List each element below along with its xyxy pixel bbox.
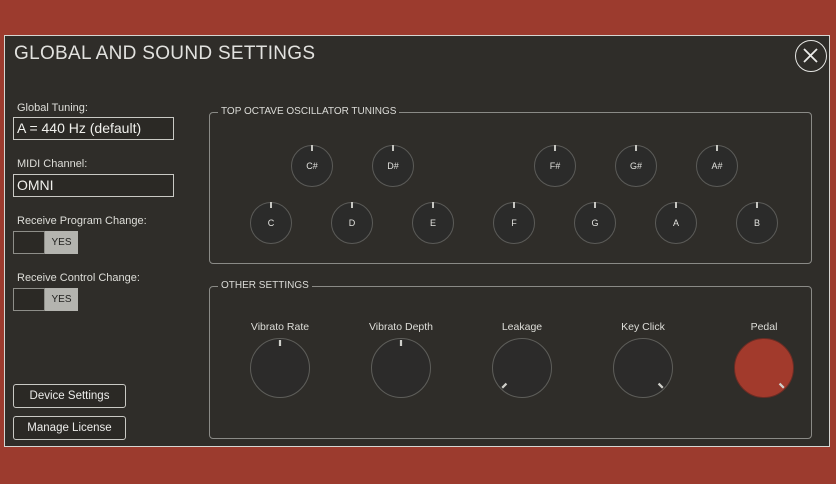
midi-channel-field[interactable]: OMNI bbox=[13, 174, 174, 197]
toggle-off-segment[interactable] bbox=[13, 288, 45, 311]
oscillator-knob-d[interactable]: D bbox=[331, 202, 373, 244]
vibrato-depth-label: Vibrato Depth bbox=[368, 321, 433, 333]
receive-control-change-label: Receive Control Change: bbox=[17, 272, 140, 284]
dialog-title: GLOBAL AND SOUND SETTINGS bbox=[14, 43, 316, 64]
oscillator-knob-f[interactable]: F bbox=[493, 202, 535, 244]
oscillator-knob-a[interactable]: A bbox=[655, 202, 697, 244]
oscillator-knob-c-sharp[interactable]: C# bbox=[291, 145, 333, 187]
close-button[interactable] bbox=[795, 40, 827, 72]
toggle-off-segment[interactable] bbox=[13, 231, 45, 254]
oscillator-knob-d-sharp[interactable]: D# bbox=[372, 145, 414, 187]
knob-pointer-line bbox=[657, 382, 664, 389]
knob-pointer bbox=[657, 382, 664, 389]
pedal-label: Pedal bbox=[750, 321, 778, 333]
key-click-knob[interactable] bbox=[613, 338, 673, 398]
midi-channel-label: MIDI Channel: bbox=[17, 158, 88, 170]
other-settings-title: OTHER SETTINGS bbox=[218, 280, 312, 292]
knob-pointer-line bbox=[778, 382, 785, 389]
toggle-on-segment[interactable]: YES bbox=[45, 231, 78, 254]
leakage-knob[interactable] bbox=[492, 338, 552, 398]
manage-license-button[interactable]: Manage License bbox=[13, 416, 126, 440]
oscillator-knob-g[interactable]: G bbox=[574, 202, 616, 244]
vibrato-rate-label: Vibrato Rate bbox=[250, 321, 310, 333]
knob-pointer bbox=[278, 340, 282, 346]
oscillator-tunings-group: TOP OCTAVE OSCILLATOR TUNINGS C# D# F# G… bbox=[209, 106, 812, 264]
oscillator-tunings-title: TOP OCTAVE OSCILLATOR TUNINGS bbox=[218, 106, 400, 118]
oscillator-knob-g-sharp[interactable]: G# bbox=[615, 145, 657, 187]
leakage-label: Leakage bbox=[501, 321, 543, 333]
pedal-knob[interactable] bbox=[734, 338, 794, 398]
knob-pointer bbox=[778, 382, 785, 389]
oscillator-knob-e[interactable]: E bbox=[412, 202, 454, 244]
oscillator-knob-a-sharp[interactable]: A# bbox=[696, 145, 738, 187]
device-settings-button[interactable]: Device Settings bbox=[13, 384, 126, 408]
knob-pointer-line bbox=[501, 382, 508, 389]
receive-control-change-toggle[interactable]: YES bbox=[13, 288, 78, 311]
vibrato-rate-knob[interactable] bbox=[250, 338, 310, 398]
global-tuning-label: Global Tuning: bbox=[17, 102, 88, 114]
global-tuning-field[interactable]: A = 440 Hz (default) bbox=[13, 117, 174, 140]
oscillator-knob-c[interactable]: C bbox=[250, 202, 292, 244]
oscillator-knob-b[interactable]: B bbox=[736, 202, 778, 244]
settings-dialog: GLOBAL AND SOUND SETTINGS Global Tuning:… bbox=[4, 35, 830, 447]
oscillator-knob-f-sharp[interactable]: F# bbox=[534, 145, 576, 187]
receive-program-change-toggle[interactable]: YES bbox=[13, 231, 78, 254]
knob-pointer bbox=[399, 340, 403, 346]
key-click-label: Key Click bbox=[621, 321, 665, 333]
knob-pointer bbox=[501, 382, 508, 389]
toggle-on-segment[interactable]: YES bbox=[45, 288, 78, 311]
other-settings-group: OTHER SETTINGS Vibrato Rate Vibrato Dept… bbox=[209, 280, 812, 439]
receive-program-change-label: Receive Program Change: bbox=[17, 215, 147, 227]
close-icon bbox=[803, 48, 818, 63]
vibrato-depth-knob[interactable] bbox=[371, 338, 431, 398]
